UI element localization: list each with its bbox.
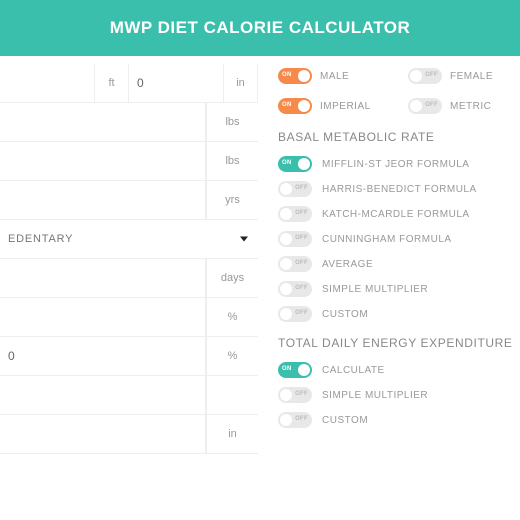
bmr-label-2: KATCH-MCARDLE FORMULA	[322, 209, 470, 220]
last-input[interactable]	[8, 427, 197, 441]
bmr-label-4: AVERAGE	[322, 259, 373, 270]
days-unit: days	[206, 259, 258, 297]
tdee-toggle-1[interactable]: OFF	[278, 387, 312, 403]
tdee-options: ON CALCULATE OFF SIMPLE MULTIPLIER OFF CUSTOM	[278, 362, 520, 428]
tdee-label-1: SIMPLE MULTIPLIER	[322, 390, 428, 401]
tdee-label-2: CUSTOM	[322, 415, 368, 426]
last-unit: in	[206, 415, 258, 453]
weight2-input[interactable]	[8, 154, 197, 168]
pct2-input[interactable]	[8, 349, 197, 363]
bmr-option: OFF KATCH-MCARDLE FORMULA	[278, 206, 520, 222]
bmr-label-1: HARRIS-BENEDICT FORMULA	[322, 184, 477, 195]
height-ft-unit: ft	[95, 64, 129, 102]
days-input[interactable]	[8, 271, 197, 285]
bmr-label-6: CUSTOM	[322, 309, 368, 320]
bmr-toggle-5[interactable]: OFF	[278, 281, 312, 297]
bmr-toggle-4[interactable]: OFF	[278, 256, 312, 272]
tdee-option: OFF SIMPLE MULTIPLIER	[278, 387, 520, 403]
tdee-heading: TOTAL DAILY ENERGY EXPENDITURE	[278, 336, 520, 350]
page-title: MWP DIET CALORIE CALCULATOR	[0, 0, 520, 56]
blank-input[interactable]	[8, 388, 197, 402]
pct2-unit: %	[206, 337, 258, 375]
units-metric-label: METRIC	[450, 101, 491, 112]
blank-unit	[206, 376, 258, 414]
bmr-label-3: CUNNINGHAM FORMULA	[322, 234, 452, 245]
gender-female-toggle[interactable]: OFF	[408, 68, 442, 84]
bmr-toggle-3[interactable]: OFF	[278, 231, 312, 247]
bmr-option: OFF HARRIS-BENEDICT FORMULA	[278, 181, 520, 197]
activity-select[interactable]: EDENTARY	[0, 220, 258, 258]
units-imperial-toggle[interactable]: ON	[278, 98, 312, 114]
age-input[interactable]	[8, 193, 197, 207]
units-imperial-label: IMPERIAL	[320, 101, 371, 112]
options-panel: ON MALE OFF FEMALE ON IMPERIAL OFF METRI…	[258, 56, 520, 454]
chevron-down-icon	[240, 237, 248, 242]
activity-value: EDENTARY	[8, 233, 73, 245]
bmr-option: ON MIFFLIN-ST JEOR FORMULA	[278, 156, 520, 172]
weight2-unit: lbs	[206, 142, 258, 180]
tdee-option: OFF CUSTOM	[278, 412, 520, 428]
age-unit: yrs	[206, 181, 258, 219]
height-in-input[interactable]	[129, 76, 223, 90]
pct1-input[interactable]	[8, 310, 197, 324]
bmr-option: OFF CUSTOM	[278, 306, 520, 322]
gender-male-label: MALE	[320, 71, 349, 82]
bmr-toggle-0[interactable]: ON	[278, 156, 312, 172]
tdee-option: ON CALCULATE	[278, 362, 520, 378]
gender-male-toggle[interactable]: ON	[278, 68, 312, 84]
input-panel: ft in lbs lbs yrs EDENTARY days % % in	[0, 56, 258, 454]
bmr-label-0: MIFFLIN-ST JEOR FORMULA	[322, 159, 469, 170]
bmr-heading: BASAL METABOLIC RATE	[278, 130, 520, 144]
height-row: ft in	[0, 64, 258, 103]
height-ft-input[interactable]	[0, 76, 94, 90]
bmr-option: OFF AVERAGE	[278, 256, 520, 272]
bmr-toggle-6[interactable]: OFF	[278, 306, 312, 322]
height-in-unit: in	[224, 64, 258, 102]
bmr-toggle-2[interactable]: OFF	[278, 206, 312, 222]
tdee-label-0: CALCULATE	[322, 365, 385, 376]
gender-female-label: FEMALE	[450, 71, 493, 82]
tdee-toggle-2[interactable]: OFF	[278, 412, 312, 428]
tdee-toggle-0[interactable]: ON	[278, 362, 312, 378]
bmr-option: OFF CUNNINGHAM FORMULA	[278, 231, 520, 247]
bmr-toggle-1[interactable]: OFF	[278, 181, 312, 197]
bmr-label-5: SIMPLE MULTIPLIER	[322, 284, 428, 295]
bmr-option: OFF SIMPLE MULTIPLIER	[278, 281, 520, 297]
pct1-unit: %	[206, 298, 258, 336]
units-metric-toggle[interactable]: OFF	[408, 98, 442, 114]
weight-input[interactable]	[8, 115, 197, 129]
bmr-options: ON MIFFLIN-ST JEOR FORMULA OFF HARRIS-BENED…	[278, 156, 520, 322]
weight-unit: lbs	[206, 103, 258, 141]
